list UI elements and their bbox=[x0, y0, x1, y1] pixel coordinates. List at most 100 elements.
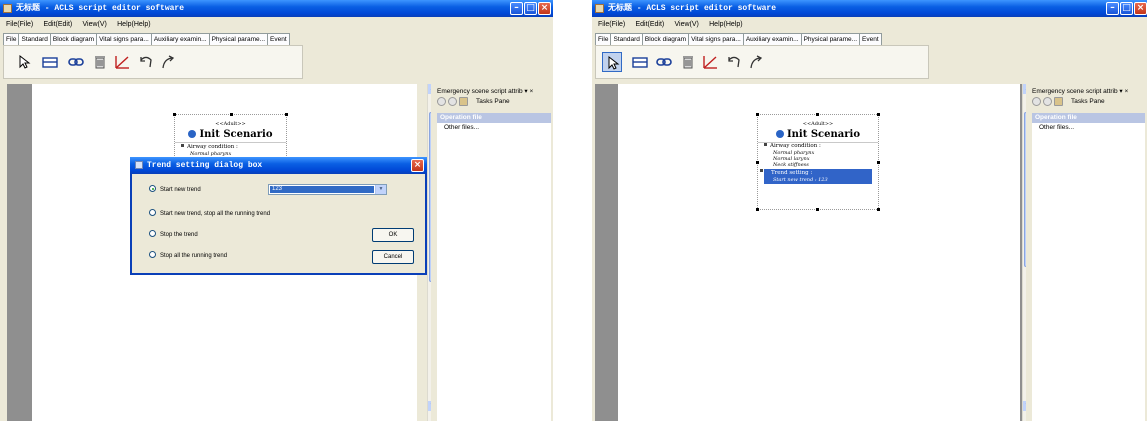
resize-handle[interactable] bbox=[173, 113, 176, 116]
resize-handle[interactable] bbox=[756, 208, 759, 211]
resize-handle[interactable] bbox=[756, 161, 759, 164]
redo-tool-icon[interactable] bbox=[746, 52, 766, 72]
tab-standard[interactable]: Standard bbox=[610, 33, 643, 45]
delete-tool-icon[interactable] bbox=[90, 52, 110, 72]
dialog-close-button[interactable]: × bbox=[411, 159, 424, 172]
delete-tool-icon[interactable] bbox=[678, 52, 698, 72]
toolbar-tabs: File Standard Block diagram Vital signs par… bbox=[595, 33, 882, 45]
task-pane-header: Emergency scene script attrib ▾ × bbox=[1032, 88, 1129, 95]
init-scenario-node[interactable]: <<Adult>> Init Scenario Airway condition… bbox=[756, 113, 880, 211]
task-pane: Emergency scene script attrib ▾ × Tasks … bbox=[1026, 84, 1147, 421]
pointer-tool-icon[interactable] bbox=[14, 52, 34, 72]
back-icon[interactable] bbox=[437, 97, 446, 107]
tab-auxiliary[interactable]: Auxiliary examin... bbox=[150, 33, 210, 45]
tasks-pane-label[interactable]: Tasks Pane bbox=[476, 98, 510, 105]
tab-physical[interactable]: Physical parame... bbox=[800, 33, 861, 45]
home-icon[interactable] bbox=[1054, 97, 1063, 107]
undo-tool-icon[interactable] bbox=[724, 52, 744, 72]
node-title: Init Scenario bbox=[175, 129, 286, 140]
other-files-link[interactable]: Other files... bbox=[444, 124, 479, 131]
resize-handle[interactable] bbox=[877, 208, 880, 211]
option-start-new-stop-all[interactable]: Start new trend, stop all the running tr… bbox=[149, 209, 270, 219]
home-icon[interactable] bbox=[459, 97, 468, 107]
tab-standard[interactable]: Standard bbox=[18, 33, 51, 45]
bullet-icon bbox=[181, 144, 184, 147]
menu-file[interactable]: File(File) bbox=[6, 21, 33, 28]
close-button[interactable]: × bbox=[1134, 2, 1147, 15]
resize-handle[interactable] bbox=[816, 113, 819, 116]
resize-handle[interactable] bbox=[230, 113, 233, 116]
minimize-button[interactable]: – bbox=[1106, 2, 1119, 15]
minimize-button[interactable]: – bbox=[510, 2, 523, 15]
option-start-new-trend[interactable]: Start new trend bbox=[149, 185, 201, 195]
tab-event[interactable]: Event bbox=[267, 33, 290, 45]
menu-help[interactable]: Help(Help) bbox=[709, 21, 742, 28]
globe-icon bbox=[188, 130, 197, 138]
trend-setting-value: Start new trend : 123 bbox=[773, 177, 828, 183]
menu-help[interactable]: Help(Help) bbox=[117, 21, 150, 28]
block-tool-icon[interactable] bbox=[630, 52, 650, 72]
maximize-button[interactable]: □ bbox=[524, 2, 537, 15]
window-title: 无标题 - ACLS script editor software bbox=[16, 4, 185, 13]
tool-palette bbox=[3, 45, 303, 79]
tab-auxiliary[interactable]: Auxiliary examin... bbox=[742, 33, 802, 45]
tasks-pane-label[interactable]: Tasks Pane bbox=[1071, 98, 1105, 105]
radio-icon[interactable] bbox=[149, 209, 156, 216]
tab-event[interactable]: Event bbox=[859, 33, 882, 45]
resize-handle[interactable] bbox=[877, 161, 880, 164]
task-pane-content: Operation file Other files... bbox=[1032, 113, 1145, 421]
toolbar-tabs: File Standard Block diagram Vital signs par… bbox=[3, 33, 290, 45]
trend-setting-label: Trend setting : bbox=[771, 170, 813, 176]
other-files-link[interactable]: Other files... bbox=[1039, 124, 1074, 131]
tool-palette bbox=[595, 45, 929, 79]
trend-tool-icon[interactable] bbox=[700, 52, 720, 72]
menu-edit[interactable]: Edit(Edit) bbox=[635, 21, 664, 28]
menu-file[interactable]: File(File) bbox=[598, 21, 625, 28]
window-title: 无标题 - ACLS script editor software bbox=[608, 4, 777, 13]
trend-setting-selected[interactable]: Trend setting : Start new trend : 123 bbox=[764, 169, 872, 184]
menu-view[interactable]: View(V) bbox=[83, 21, 107, 28]
ok-button[interactable]: OK bbox=[372, 228, 414, 242]
tab-vital-signs[interactable]: Vital signs para... bbox=[688, 33, 744, 45]
menu-view[interactable]: View(V) bbox=[675, 21, 699, 28]
radio-icon[interactable] bbox=[149, 185, 156, 192]
pointer-tool-icon[interactable] bbox=[602, 52, 622, 72]
diagram-canvas[interactable]: <<Adult>> Init Scenario Airway condition… bbox=[595, 84, 1024, 421]
tab-block-diagram[interactable]: Block diagram bbox=[641, 33, 690, 45]
tab-file[interactable]: File bbox=[595, 33, 612, 45]
option-stop-trend[interactable]: Stop the trend bbox=[149, 230, 198, 240]
menu-edit[interactable]: Edit(Edit) bbox=[43, 21, 72, 28]
resize-handle[interactable] bbox=[816, 208, 819, 211]
trend-tool-icon[interactable] bbox=[112, 52, 132, 72]
option-stop-all-running[interactable]: Stop all the running trend bbox=[149, 251, 227, 261]
trend-combo[interactable]: 123 ▼ bbox=[268, 184, 387, 195]
undo-tool-icon[interactable] bbox=[136, 52, 156, 72]
globe-icon bbox=[775, 130, 784, 138]
block-tool-icon[interactable] bbox=[40, 52, 60, 72]
tab-physical[interactable]: Physical parame... bbox=[208, 33, 269, 45]
cancel-button[interactable]: Cancel bbox=[372, 250, 414, 264]
tab-block-diagram[interactable]: Block diagram bbox=[49, 33, 98, 45]
node-title: Init Scenario bbox=[758, 129, 878, 140]
link-tool-icon[interactable] bbox=[66, 52, 86, 72]
radio-icon[interactable] bbox=[149, 251, 156, 258]
radio-icon[interactable] bbox=[149, 230, 156, 237]
maximize-button[interactable]: □ bbox=[1120, 2, 1133, 15]
resize-handle[interactable] bbox=[285, 113, 288, 116]
operation-file-section[interactable]: Operation file bbox=[437, 113, 551, 123]
airway-condition-label: Airway condition : bbox=[181, 144, 238, 150]
operation-file-section[interactable]: Operation file bbox=[1032, 113, 1145, 123]
tab-vital-signs[interactable]: Vital signs para... bbox=[96, 33, 152, 45]
link-tool-icon[interactable] bbox=[654, 52, 674, 72]
resize-handle[interactable] bbox=[756, 113, 759, 116]
task-pane-toolbar: Tasks Pane bbox=[1032, 97, 1145, 109]
close-button[interactable]: × bbox=[538, 2, 551, 15]
redo-tool-icon[interactable] bbox=[158, 52, 178, 72]
forward-icon[interactable] bbox=[448, 97, 457, 107]
forward-icon[interactable] bbox=[1043, 97, 1052, 107]
dialog-app-icon bbox=[135, 161, 143, 169]
resize-handle[interactable] bbox=[877, 113, 880, 116]
tab-file[interactable]: File bbox=[3, 33, 20, 45]
chevron-down-icon[interactable]: ▼ bbox=[375, 185, 386, 194]
back-icon[interactable] bbox=[1032, 97, 1041, 107]
